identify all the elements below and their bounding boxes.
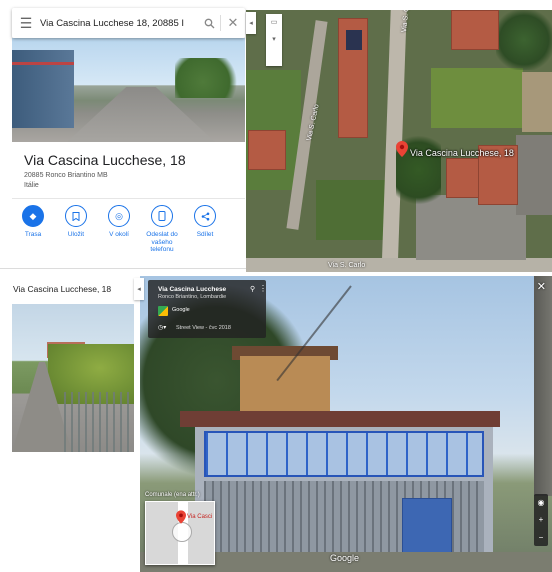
- sv-building-roof: [180, 411, 500, 427]
- divider: [12, 198, 245, 199]
- send-label-line: telefonu: [150, 246, 174, 253]
- search-icon[interactable]: [198, 8, 220, 38]
- place-photo[interactable]: [12, 304, 134, 452]
- close-icon[interactable]: ✕: [221, 8, 245, 38]
- share-button[interactable]: Sdílet: [184, 205, 226, 254]
- sv-pole: [534, 276, 552, 496]
- sv-overlay-label: Comunale (ena attr.): [145, 492, 200, 498]
- send-to-phone-button[interactable]: Odeslat do vašeho telefonu: [141, 205, 183, 254]
- map-building: [516, 135, 552, 215]
- collapse-panel-button[interactable]: ◂: [134, 278, 144, 300]
- save-button[interactable]: Uložit: [55, 205, 97, 254]
- menu-icon[interactable]: ☰: [12, 8, 40, 38]
- save-label: Uložit: [67, 231, 85, 238]
- mini-map-label: Via Casci: [187, 514, 213, 520]
- place-title: Via Cascina Lucchese, 18: [13, 284, 112, 294]
- zoom-out-icon[interactable]: −: [539, 533, 544, 542]
- map-road: [246, 258, 552, 272]
- sv-provider: Google: [172, 307, 190, 313]
- history-clock-icon[interactable]: ◷▾: [158, 324, 166, 331]
- road-label: Via S. Carlo: [401, 10, 412, 33]
- street-view-info-card: Via Cascina Lucchese Ronco Briantino, Lo…: [148, 280, 267, 338]
- map-trees: [496, 10, 552, 70]
- search-box: ☰ Via Cascina Lucchese 18, 20885 I ✕: [12, 8, 245, 38]
- close-icon[interactable]: ✕: [537, 280, 546, 293]
- send-label-line: vašeho: [151, 238, 173, 246]
- send-to-phone-icon: [151, 205, 173, 227]
- layer-control[interactable]: ▭ ▾: [266, 14, 282, 66]
- directions-button[interactable]: ◆ Trasa: [12, 205, 54, 254]
- map-field: [522, 72, 552, 132]
- map-pin-icon: [176, 510, 186, 524]
- directions-label: Trasa: [24, 231, 42, 238]
- collapse-panel-button[interactable]: ◂: [246, 12, 256, 34]
- layers-icon[interactable]: ▭: [271, 14, 278, 31]
- street-view[interactable]: Via Cascina Lucchese Ronco Briantino, Lo…: [140, 276, 552, 572]
- photo-building: [12, 50, 74, 128]
- sv-windows: [204, 431, 484, 477]
- map-pin-label[interactable]: Via Cascina Lucchese, 18: [410, 148, 514, 158]
- map-solar-panels: [346, 30, 362, 50]
- map-roof: [248, 130, 286, 170]
- zoom-in-icon[interactable]: +: [539, 515, 544, 524]
- nearby-label: V okolí: [109, 231, 129, 238]
- sv-title: Via Cascina Lucchese: [158, 286, 227, 293]
- view-cone-icon: [172, 522, 192, 542]
- map-roof: [451, 10, 499, 50]
- satellite-map[interactable]: ▭ ▾ Via Cascina Lucchese, 18 Via S. Carl…: [246, 10, 552, 272]
- directions-icon: ◆: [22, 205, 44, 227]
- send-label-line: Odeslat do: [146, 231, 178, 238]
- share-icon: [194, 205, 216, 227]
- sv-house: [240, 356, 330, 418]
- google-watermark: Google: [330, 553, 360, 563]
- road-label: Via S. Carlo: [328, 262, 366, 269]
- sv-date[interactable]: Street View - čvc 2018: [176, 325, 231, 331]
- bookmark-icon: [65, 205, 87, 227]
- place-address: 20885 Ronco Briantino MB: [24, 172, 108, 179]
- more-options-icon[interactable]: ⋮: [259, 284, 267, 293]
- compass-icon[interactable]: ◉: [538, 498, 545, 507]
- mini-map[interactable]: Via Casci: [145, 501, 215, 565]
- zoom-control[interactable]: ◉ + −: [534, 494, 548, 546]
- action-bar: ◆ Trasa Uložit ◎ V okolí Odeslat do vaše…: [12, 205, 245, 254]
- search-input[interactable]: Via Cascina Lucchese 18, 20885 I: [40, 18, 198, 29]
- place-panel-bottom: Via Cascina Lucchese, 18: [0, 272, 140, 572]
- place-photo[interactable]: [12, 38, 245, 142]
- nearby-button[interactable]: ◎ V okolí: [98, 205, 140, 254]
- place-panel: ☰ Via Cascina Lucchese 18, 20885 I ✕ Via…: [0, 0, 250, 270]
- photo-tree: [175, 58, 245, 98]
- nearby-icon: ◎: [108, 205, 130, 227]
- map-field: [316, 180, 386, 240]
- place-country: Itálie: [24, 182, 39, 189]
- location-pin-icon[interactable]: ⚲: [250, 285, 255, 293]
- divider: [0, 268, 250, 269]
- photo-fence: [64, 392, 134, 452]
- google-contributor-icon: [158, 306, 168, 316]
- place-title: Via Cascina Lucchese, 18: [24, 152, 186, 168]
- map-field: [431, 68, 523, 128]
- map-pin-icon[interactable]: [396, 141, 408, 157]
- sv-subtitle: Ronco Briantino, Lombardie: [158, 294, 227, 300]
- share-label: Sdílet: [196, 231, 214, 238]
- screenshot-root: ☰ Via Cascina Lucchese 18, 20885 I ✕ Via…: [0, 0, 552, 572]
- send-to-phone-label: Odeslat do vašeho telefonu: [146, 231, 177, 254]
- chevron-down-icon[interactable]: ▾: [272, 31, 276, 48]
